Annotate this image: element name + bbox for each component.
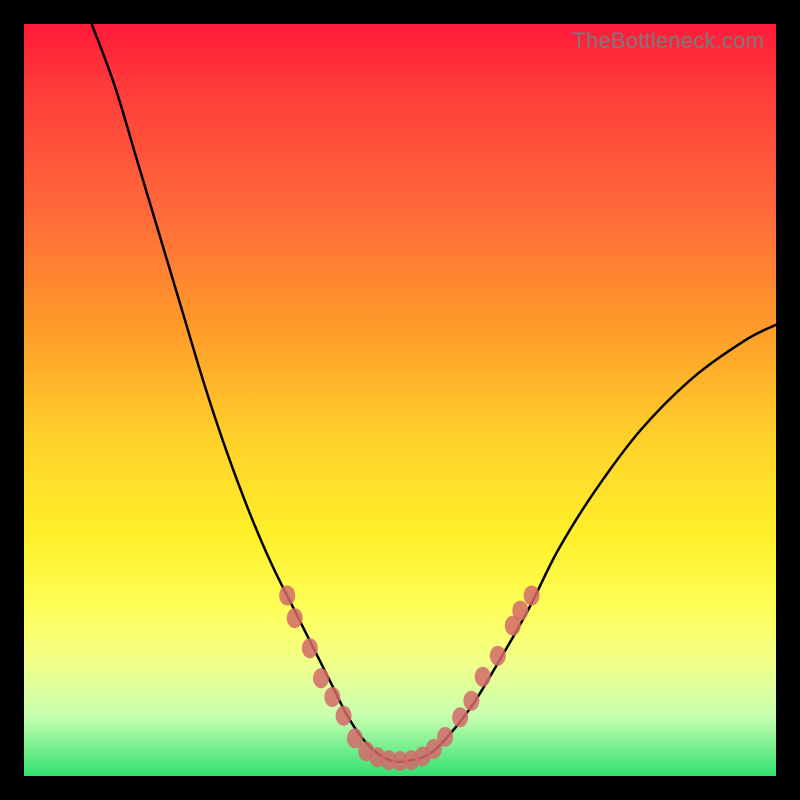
sample-marker <box>475 667 491 687</box>
sample-marker <box>437 727 453 747</box>
sample-marker <box>512 601 528 621</box>
plot-area: TheBottleneck.com <box>24 24 776 776</box>
sample-marker <box>287 608 303 628</box>
sample-marker <box>452 707 468 727</box>
chart-svg <box>24 24 776 776</box>
sample-marker <box>302 638 318 658</box>
sample-markers <box>279 586 539 772</box>
sample-marker <box>313 668 329 688</box>
bottleneck-curve <box>92 24 776 762</box>
sample-marker <box>524 586 540 606</box>
sample-marker <box>279 586 295 606</box>
sample-marker <box>336 706 352 726</box>
sample-marker <box>463 691 479 711</box>
watermark-text: TheBottleneck.com <box>572 28 764 54</box>
sample-marker <box>490 646 506 666</box>
sample-marker <box>324 687 340 707</box>
